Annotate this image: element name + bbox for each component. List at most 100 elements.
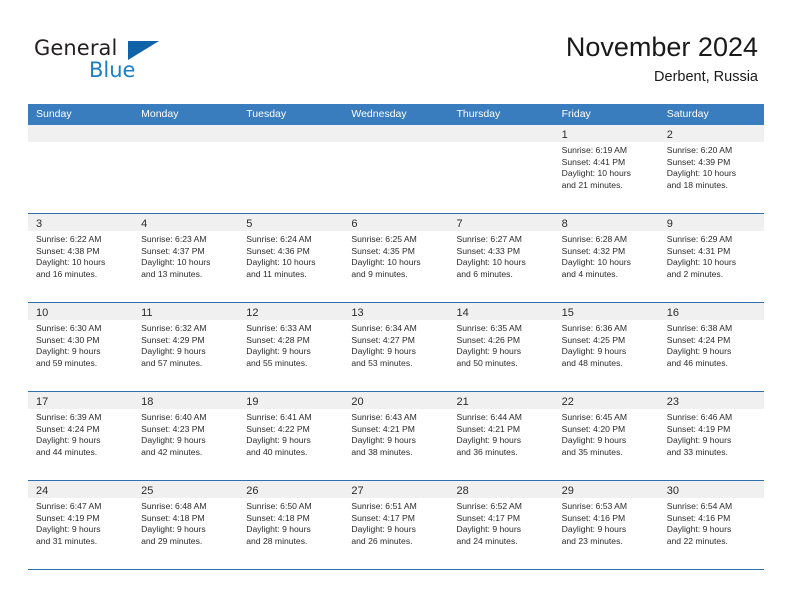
day-number-band: 7 bbox=[448, 214, 554, 231]
daylight-text: Daylight: 9 hours bbox=[456, 435, 522, 446]
day-details: Sunrise: 6:33 AM Sunset: 4:28 PM Daylight:… bbox=[238, 320, 343, 369]
daylight-text: Daylight: 10 hours bbox=[246, 257, 316, 268]
daylight-text-cont: and 46 minutes. bbox=[666, 357, 728, 368]
day-cell[interactable]: 19 Sunrise: 6:41 AM Sunset: 4:22 PM Dayligh… bbox=[238, 392, 344, 480]
day-cell[interactable]: 23 Sunrise: 6:46 AM Sunset: 4:19 PM Dayligh… bbox=[658, 392, 764, 480]
day-cell[interactable]: 25 Sunrise: 6:48 AM Sunset: 4:18 PM Dayligh… bbox=[133, 481, 239, 569]
calendar-week-row: 1 Sunrise: 6:19 AM Sunset: 4:41 PM Daylight… bbox=[28, 125, 764, 214]
sunset-text: Sunset: 4:30 PM bbox=[36, 334, 100, 345]
sunrise-text: Sunrise: 6:38 AM bbox=[666, 323, 733, 333]
calendar-week-row: 10 Sunrise: 6:30 AM Sunset: 4:30 PM Dayligh… bbox=[28, 303, 764, 392]
day-details: Sunrise: 6:23 AM Sunset: 4:37 PM Daylight:… bbox=[133, 231, 238, 280]
day-number-band: 3 bbox=[28, 214, 134, 231]
day-cell[interactable]: 16 Sunrise: 6:38 AM Sunset: 4:24 PM Dayligh… bbox=[658, 303, 764, 391]
day-cell[interactable]: 22 Sunrise: 6:45 AM Sunset: 4:20 PM Dayligh… bbox=[553, 392, 659, 480]
day-cell[interactable]: 4 Sunrise: 6:23 AM Sunset: 4:37 PM Daylight… bbox=[133, 214, 239, 302]
day-cell[interactable]: 11 Sunrise: 6:32 AM Sunset: 4:29 PM Dayligh… bbox=[133, 303, 239, 391]
page-header: General Blue November 2024 Derbent, Russ… bbox=[0, 0, 792, 100]
day-cell[interactable]: 15 Sunrise: 6:36 AM Sunset: 4:25 PM Dayligh… bbox=[553, 303, 659, 391]
title-block: November 2024 Derbent, Russia bbox=[566, 30, 758, 87]
day-cell[interactable]: 27 Sunrise: 6:51 AM Sunset: 4:17 PM Dayligh… bbox=[343, 481, 449, 569]
day-cell-empty bbox=[343, 125, 449, 213]
day-cell[interactable]: 24 Sunrise: 6:47 AM Sunset: 4:19 PM Dayligh… bbox=[28, 481, 134, 569]
day-number: 21 bbox=[456, 396, 469, 408]
daylight-text-cont: and 2 minutes. bbox=[666, 268, 724, 279]
day-number-band: 15 bbox=[553, 303, 659, 320]
sunset-text: Sunset: 4:24 PM bbox=[666, 334, 731, 345]
day-details bbox=[28, 142, 133, 145]
day-cell-empty bbox=[238, 125, 344, 213]
day-number-band: 5 bbox=[238, 214, 344, 231]
day-cell[interactable]: 10 Sunrise: 6:30 AM Sunset: 4:30 PM Dayligh… bbox=[28, 303, 134, 391]
day-number: 10 bbox=[36, 307, 49, 319]
sunrise-text: Sunrise: 6:48 AM bbox=[141, 501, 207, 511]
day-number-band: 11 bbox=[133, 303, 239, 320]
sunrise-text: Sunrise: 6:27 AM bbox=[456, 234, 522, 244]
day-cell[interactable]: 20 Sunrise: 6:43 AM Sunset: 4:21 PM Dayligh… bbox=[343, 392, 449, 480]
daylight-text-cont: and 57 minutes. bbox=[141, 357, 203, 368]
sunrise-text: Sunrise: 6:20 AM bbox=[666, 145, 733, 155]
sunset-text: Sunset: 4:36 PM bbox=[246, 245, 310, 256]
day-number-band: 10 bbox=[28, 303, 134, 320]
day-cell[interactable]: 5 Sunrise: 6:24 AM Sunset: 4:36 PM Daylight… bbox=[238, 214, 344, 302]
day-cell[interactable]: 21 Sunrise: 6:44 AM Sunset: 4:21 PM Dayligh… bbox=[448, 392, 554, 480]
day-number: 30 bbox=[666, 485, 679, 497]
day-cell[interactable]: 26 Sunrise: 6:50 AM Sunset: 4:18 PM Dayligh… bbox=[238, 481, 344, 569]
weekday-header-saturday: Saturday bbox=[666, 108, 709, 120]
sunset-text: Sunset: 4:18 PM bbox=[141, 512, 205, 523]
daylight-text: Daylight: 9 hours bbox=[561, 524, 627, 535]
daylight-text-cont: and 35 minutes. bbox=[561, 446, 623, 457]
day-number: 2 bbox=[666, 129, 673, 141]
day-cell[interactable]: 7 Sunrise: 6:27 AM Sunset: 4:33 PM Daylight… bbox=[448, 214, 554, 302]
day-details: Sunrise: 6:19 AM Sunset: 4:41 PM Daylight:… bbox=[554, 142, 659, 191]
day-details: Sunrise: 6:39 AM Sunset: 4:24 PM Daylight:… bbox=[28, 409, 133, 458]
daylight-text: Daylight: 9 hours bbox=[246, 435, 311, 446]
daylight-text: Daylight: 9 hours bbox=[561, 435, 627, 446]
day-cell[interactable]: 17 Sunrise: 6:39 AM Sunset: 4:24 PM Dayligh… bbox=[28, 392, 134, 480]
day-number: 27 bbox=[351, 485, 364, 497]
day-cell[interactable]: 2 Sunrise: 6:20 AM Sunset: 4:39 PM Daylight… bbox=[658, 125, 764, 213]
sunset-text: Sunset: 4:29 PM bbox=[141, 334, 205, 345]
day-cell[interactable]: 6 Sunrise: 6:25 AM Sunset: 4:35 PM Daylight… bbox=[343, 214, 449, 302]
sunset-text: Sunset: 4:22 PM bbox=[246, 423, 310, 434]
sunrise-text: Sunrise: 6:34 AM bbox=[351, 323, 417, 333]
day-cell[interactable]: 9 Sunrise: 6:29 AM Sunset: 4:31 PM Daylight… bbox=[658, 214, 764, 302]
sunrise-text: Sunrise: 6:30 AM bbox=[36, 323, 102, 333]
daylight-text: Daylight: 9 hours bbox=[666, 524, 732, 535]
day-number-band: 12 bbox=[238, 303, 344, 320]
sunset-text: Sunset: 4:31 PM bbox=[666, 245, 731, 256]
day-cell[interactable]: 1 Sunrise: 6:19 AM Sunset: 4:41 PM Daylight… bbox=[553, 125, 659, 213]
daylight-text: Daylight: 9 hours bbox=[666, 435, 732, 446]
daylight-text-cont: and 33 minutes. bbox=[666, 446, 728, 457]
daylight-text: Daylight: 9 hours bbox=[141, 346, 206, 357]
generalblue-logo[interactable]: General Blue bbox=[34, 36, 234, 86]
daylight-text: Daylight: 10 hours bbox=[141, 257, 211, 268]
day-cell[interactable]: 28 Sunrise: 6:52 AM Sunset: 4:17 PM Dayligh… bbox=[448, 481, 554, 569]
day-cell[interactable]: 29 Sunrise: 6:53 AM Sunset: 4:16 PM Dayligh… bbox=[553, 481, 659, 569]
sunset-text: Sunset: 4:33 PM bbox=[456, 245, 521, 256]
day-number-band: 25 bbox=[133, 481, 239, 498]
day-cell[interactable]: 18 Sunrise: 6:40 AM Sunset: 4:23 PM Dayligh… bbox=[133, 392, 239, 480]
sunrise-text: Sunrise: 6:45 AM bbox=[561, 412, 628, 422]
day-cell[interactable]: 13 Sunrise: 6:34 AM Sunset: 4:27 PM Dayligh… bbox=[343, 303, 449, 391]
day-cell[interactable]: 12 Sunrise: 6:33 AM Sunset: 4:28 PM Dayligh… bbox=[238, 303, 344, 391]
daylight-text-cont: and 21 minutes. bbox=[561, 179, 623, 190]
sunset-text: Sunset: 4:41 PM bbox=[561, 156, 626, 167]
day-cell[interactable]: 8 Sunrise: 6:28 AM Sunset: 4:32 PM Daylight… bbox=[553, 214, 659, 302]
day-details: Sunrise: 6:30 AM Sunset: 4:30 PM Daylight:… bbox=[28, 320, 133, 369]
daylight-text: Daylight: 10 hours bbox=[351, 257, 421, 268]
day-number: 19 bbox=[246, 396, 259, 408]
sunset-text: Sunset: 4:16 PM bbox=[666, 512, 731, 523]
day-cell[interactable]: 3 Sunrise: 6:22 AM Sunset: 4:38 PM Daylight… bbox=[28, 214, 134, 302]
daylight-text: Daylight: 9 hours bbox=[36, 524, 101, 535]
day-cell[interactable]: 14 Sunrise: 6:35 AM Sunset: 4:26 PM Dayligh… bbox=[448, 303, 554, 391]
daylight-text: Daylight: 9 hours bbox=[456, 346, 522, 357]
sunrise-text: Sunrise: 6:47 AM bbox=[36, 501, 102, 511]
daylight-text-cont: and 16 minutes. bbox=[36, 268, 98, 279]
day-details: Sunrise: 6:38 AM Sunset: 4:24 PM Daylight:… bbox=[659, 320, 764, 369]
day-cell[interactable]: 30 Sunrise: 6:54 AM Sunset: 4:16 PM Dayligh… bbox=[658, 481, 764, 569]
daylight-text: Daylight: 10 hours bbox=[666, 257, 737, 268]
day-number: 4 bbox=[141, 218, 148, 230]
day-details: Sunrise: 6:36 AM Sunset: 4:25 PM Daylight:… bbox=[554, 320, 659, 369]
day-details: Sunrise: 6:48 AM Sunset: 4:18 PM Daylight:… bbox=[133, 498, 238, 547]
